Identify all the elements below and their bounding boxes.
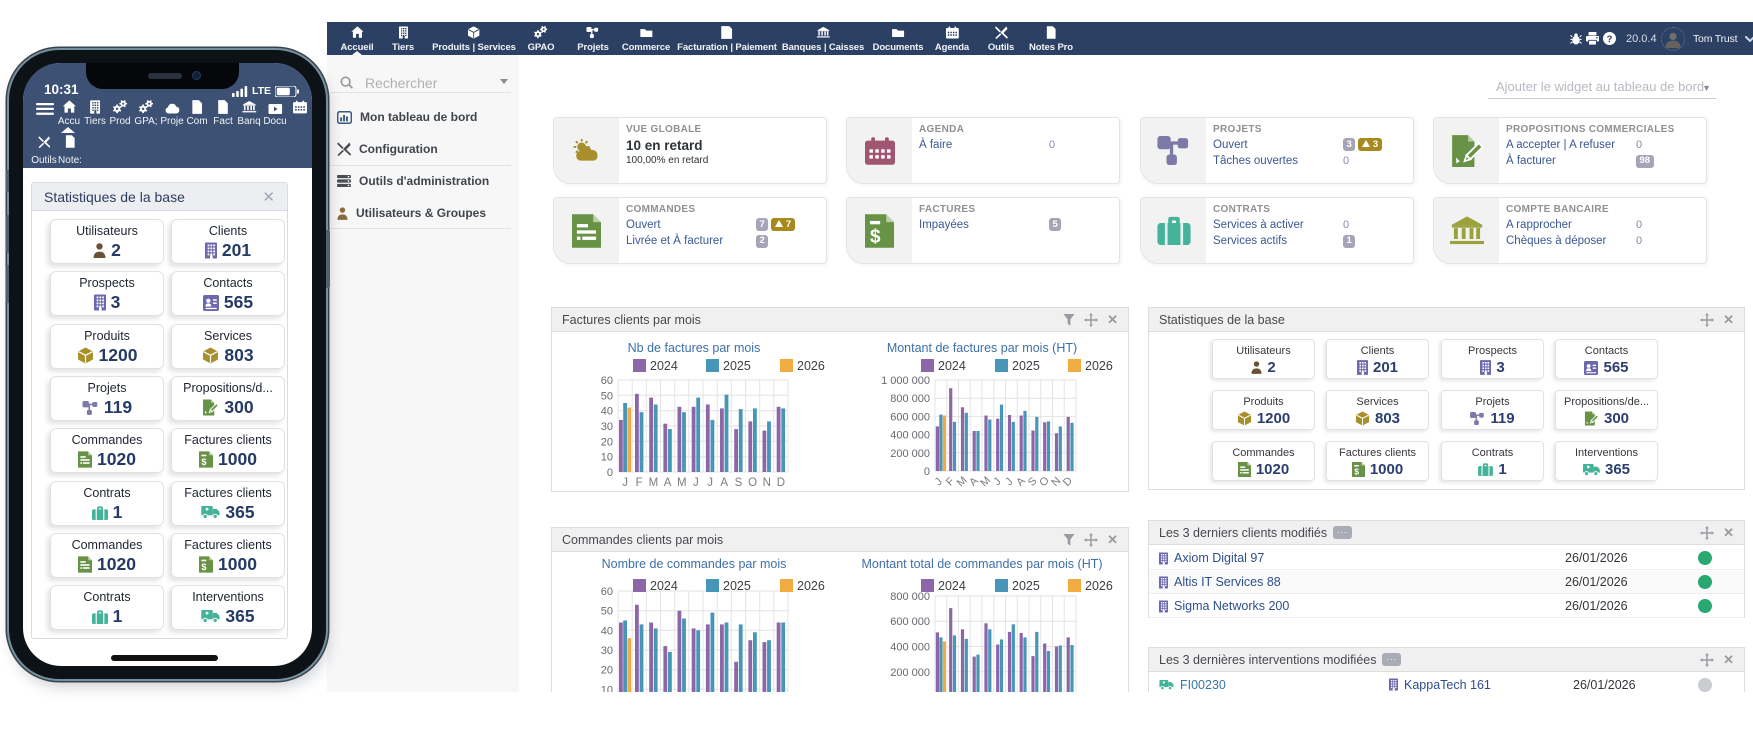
svg-text:J: J (933, 476, 945, 488)
svg-text:A: A (664, 477, 672, 489)
svg-text:40: 40 (601, 625, 613, 637)
svg-text:N: N (763, 477, 771, 489)
svg-text:A: A (720, 477, 728, 489)
svg-text:Montant de factures par mois (: Montant de factures par mois (HT) (887, 341, 1077, 355)
svg-text:30: 30 (601, 421, 613, 433)
svg-text:0: 0 (924, 466, 930, 478)
svg-text:800 000: 800 000 (890, 591, 930, 603)
svg-text:10: 10 (601, 452, 613, 464)
svg-text:M: M (677, 477, 687, 489)
svg-text:$: $ (201, 457, 206, 467)
svg-text:2024: 2024 (650, 579, 678, 593)
svg-text:Nb de factures par mois: Nb de factures par mois (628, 341, 761, 355)
svg-text:2025: 2025 (723, 359, 751, 373)
svg-text:50: 50 (601, 390, 613, 402)
svg-text:800 000: 800 000 (890, 393, 930, 405)
svg-text:40: 40 (601, 406, 613, 418)
svg-text:2024: 2024 (938, 579, 966, 593)
svg-text:M: M (649, 477, 659, 489)
svg-text:50: 50 (601, 606, 613, 618)
svg-text:200 000: 200 000 (890, 667, 930, 679)
svg-text:10: 10 (601, 684, 613, 692)
svg-text:O: O (748, 477, 757, 489)
svg-text:2024: 2024 (938, 359, 966, 373)
svg-text:2025: 2025 (1012, 359, 1040, 373)
svg-text:2025: 2025 (1012, 579, 1040, 593)
svg-text:200 000: 200 000 (890, 448, 930, 460)
svg-text:0: 0 (607, 467, 613, 479)
svg-text:60: 60 (601, 375, 613, 387)
svg-text:$: $ (1354, 467, 1359, 477)
svg-text:1 000 000: 1 000 000 (881, 375, 930, 387)
svg-text:S: S (735, 477, 743, 489)
svg-text:2024: 2024 (650, 359, 678, 373)
svg-text:D: D (777, 477, 785, 489)
svg-text:30: 30 (601, 645, 613, 657)
svg-text:J: J (707, 477, 713, 489)
svg-text:J: J (693, 477, 699, 489)
svg-text:20: 20 (601, 665, 613, 677)
svg-text:D: D (1061, 475, 1075, 489)
svg-text:$: $ (723, 29, 727, 38)
svg-text:M: M (978, 474, 993, 489)
svg-text:2026: 2026 (797, 359, 825, 373)
svg-text:J: J (991, 476, 1003, 488)
svg-text:Nombre de commandes par mois: Nombre de commandes par mois (602, 557, 787, 571)
svg-text:2026: 2026 (1085, 579, 1113, 593)
svg-text:600 000: 600 000 (890, 411, 930, 423)
svg-text:2026: 2026 (797, 579, 825, 593)
svg-text:$: $ (201, 562, 206, 572)
svg-text:60: 60 (601, 586, 613, 598)
svg-text:J: J (622, 477, 628, 489)
svg-text:2025: 2025 (723, 579, 751, 593)
svg-text:F: F (636, 477, 643, 489)
svg-text:J: J (1003, 476, 1015, 488)
svg-text:20: 20 (601, 436, 613, 448)
svg-text:2026: 2026 (1085, 359, 1113, 373)
svg-text:?: ? (1607, 34, 1613, 45)
svg-text:$: $ (870, 226, 881, 247)
svg-text:400 000: 400 000 (890, 430, 930, 442)
svg-text:Montant total de commandes par: Montant total de commandes par mois (HT) (861, 557, 1102, 571)
svg-text:600 000: 600 000 (890, 616, 930, 628)
svg-text:400 000: 400 000 (890, 642, 930, 654)
